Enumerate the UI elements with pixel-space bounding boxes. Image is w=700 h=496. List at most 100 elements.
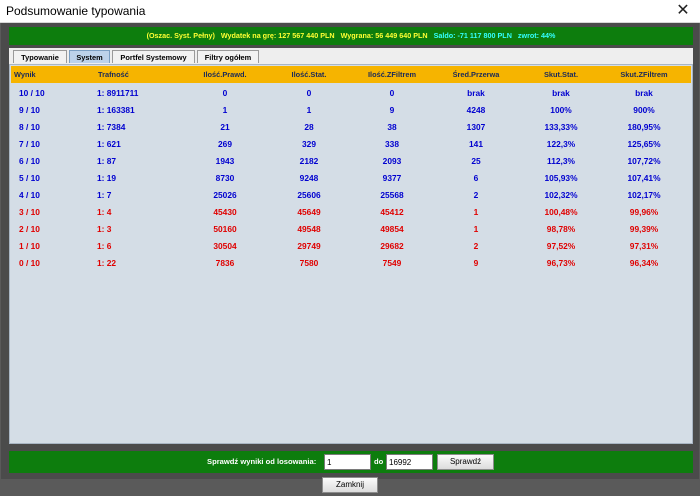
cell-ilosc-prawd: 7836 <box>215 258 235 268</box>
cell-ilosc-zfiltrem: 29682 <box>380 241 404 251</box>
cell-sred-przerwa: 1307 <box>466 122 486 132</box>
cell-skut-zfiltrem: 96,34% <box>629 258 659 268</box>
cell-sred-przerwa: 4248 <box>466 105 486 115</box>
cell-ilosc-stat: 29749 <box>297 241 321 251</box>
cell-skut-zfiltrem: 107,72% <box>627 156 661 166</box>
cell-ilosc-prawd: 8730 <box>215 173 235 183</box>
cell-sred-przerwa: 1 <box>473 224 479 234</box>
results-table: Wynik Trafność Ilość.Prawd. Ilość.Stat. … <box>9 64 693 444</box>
cell-wynik: 10 / 10 <box>19 88 45 98</box>
summary-return: zwrot: 44% <box>517 31 556 40</box>
cell-ilosc-stat: 7580 <box>299 258 319 268</box>
cell-skut-zfiltrem: brak <box>635 88 653 98</box>
cell-skut-stat: 96,73% <box>546 258 576 268</box>
table-row[interactable]: 6 / 10 1: 87 1943 2182 2093 25 112,3% 107,72% <box>11 153 691 170</box>
cell-skut-stat: 100,48% <box>544 207 578 217</box>
cell-skut-stat: 133,33% <box>544 122 578 132</box>
check-bar: Sprawdź wyniki od losowania: do Sprawdź <box>9 451 693 473</box>
to-label: do <box>374 457 384 466</box>
cell-wynik: 8 / 10 <box>19 122 40 132</box>
cell-ilosc-zfiltrem: 9377 <box>382 173 402 183</box>
tab-portfel-systemowy[interactable]: Portfel Systemowy <box>112 50 195 63</box>
cell-ilosc-stat: 9248 <box>299 173 319 183</box>
cell-wynik: 3 / 10 <box>19 207 40 217</box>
cell-skut-stat: 105,93% <box>544 173 578 183</box>
cell-skut-zfiltrem: 180,95% <box>627 122 661 132</box>
cell-ilosc-zfiltrem: 338 <box>385 139 399 149</box>
cell-skut-zfiltrem: 102,17% <box>627 190 661 200</box>
table-row[interactable]: 1 / 10 1: 6 30504 29749 29682 2 97,52% 97,31% <box>11 238 691 255</box>
cell-ilosc-stat: 2182 <box>299 156 319 166</box>
cell-sred-przerwa: 6 <box>473 173 479 183</box>
cell-trafnosc: 1: 19 <box>97 173 117 183</box>
to-draw-input[interactable] <box>386 454 433 470</box>
title-bar: Podsumowanie typowania ✕ <box>0 0 700 23</box>
cell-skut-stat: 112,3% <box>547 156 575 166</box>
header-sred-przerwa[interactable]: Śred.Przerwa <box>453 66 500 83</box>
tab-system[interactable]: System <box>69 50 110 63</box>
cell-trafnosc: 1: 8911711 <box>97 88 139 98</box>
header-trafnosc[interactable]: Trafność <box>98 66 129 83</box>
cell-ilosc-stat: 28 <box>304 122 314 132</box>
cell-ilosc-zfiltrem: 25568 <box>380 190 404 200</box>
cell-wynik: 9 / 10 <box>19 105 40 115</box>
from-draw-input[interactable] <box>324 454 371 470</box>
cell-skut-stat: brak <box>552 88 570 98</box>
cell-skut-zfiltrem: 99,96% <box>629 207 659 217</box>
cell-skut-zfiltrem: 900% <box>633 105 655 115</box>
table-row[interactable]: 8 / 10 1: 7384 21 28 38 1307 133,33% 180,95% <box>11 119 691 136</box>
header-ilosc-prawd[interactable]: Ilość.Prawd. <box>203 66 246 83</box>
tab-filtry-ogolem[interactable]: Filtry ogółem <box>197 50 259 63</box>
tab-typowanie[interactable]: Typowanie <box>13 50 67 63</box>
cell-trafnosc: 1: 87 <box>97 156 117 166</box>
cell-ilosc-stat: 25606 <box>297 190 321 200</box>
cell-trafnosc: 1: 163381 <box>97 105 135 115</box>
table-header: Wynik Trafność Ilość.Prawd. Ilość.Stat. … <box>11 66 691 83</box>
cell-skut-zfiltrem: 99,39% <box>629 224 659 234</box>
close-button[interactable]: Zamknij <box>322 477 378 493</box>
cell-ilosc-stat: 1 <box>306 105 312 115</box>
cell-trafnosc: 1: 4 <box>97 207 112 217</box>
cell-sred-przerwa: 2 <box>473 190 479 200</box>
summary-win: Wygrana: 56 449 640 PLN <box>340 31 428 40</box>
header-skut-zfiltrem[interactable]: Skut.ZFiltrem <box>620 66 667 83</box>
cell-wynik: 4 / 10 <box>19 190 40 200</box>
cell-sred-przerwa: 9 <box>473 258 479 268</box>
header-wynik[interactable]: Wynik <box>14 66 36 83</box>
cell-ilosc-zfiltrem: 49854 <box>380 224 404 234</box>
table-row[interactable]: 10 / 10 1: 8911711 0 0 0 brak brak brak <box>11 85 691 102</box>
cell-skut-zfiltrem: 107,41% <box>627 173 661 183</box>
cell-trafnosc: 1: 7384 <box>97 122 126 132</box>
cell-wynik: 2 / 10 <box>19 224 40 234</box>
cell-skut-stat: 102,32% <box>544 190 578 200</box>
table-row[interactable]: 2 / 10 1: 3 50160 49548 49854 1 98,78% 99,39% <box>11 221 691 238</box>
cell-wynik: 0 / 10 <box>19 258 40 268</box>
table-row[interactable]: 5 / 10 1: 19 8730 9248 9377 6 105,93% 107,41% <box>11 170 691 187</box>
table-row[interactable]: 9 / 10 1: 163381 1 1 9 4248 100% 900% <box>11 102 691 119</box>
cell-trafnosc: 1: 621 <box>97 139 121 149</box>
header-ilosc-zfiltrem[interactable]: Ilość.ZFiltrem <box>368 66 416 83</box>
header-ilosc-stat[interactable]: Ilość.Stat. <box>292 66 327 83</box>
table-row[interactable]: 7 / 10 1: 621 269 329 338 141 122,3% 125,65% <box>11 136 691 153</box>
cell-trafnosc: 1: 22 <box>97 258 117 268</box>
cell-ilosc-prawd: 21 <box>220 122 230 132</box>
cell-ilosc-stat: 49548 <box>297 224 321 234</box>
cell-ilosc-prawd: 269 <box>218 139 232 149</box>
cell-sred-przerwa: 1 <box>473 207 479 217</box>
cell-ilosc-zfiltrem: 38 <box>387 122 397 132</box>
header-skut-stat[interactable]: Skut.Stat. <box>544 66 578 83</box>
table-row[interactable]: 4 / 10 1: 7 25026 25606 25568 2 102,32% 102,17% <box>11 187 691 204</box>
summary-system: (Oszac. Syst. Pełny) <box>146 31 215 40</box>
cell-ilosc-prawd: 30504 <box>213 241 237 251</box>
cell-skut-stat: 98,78% <box>546 224 576 234</box>
cell-wynik: 6 / 10 <box>19 156 40 166</box>
cell-sred-przerwa: 141 <box>469 139 483 149</box>
cell-ilosc-stat: 45649 <box>297 207 321 217</box>
tab-panel: Typowanie System Portfel Systemowy Filtr… <box>9 48 693 444</box>
cell-ilosc-stat: 329 <box>302 139 316 149</box>
close-icon[interactable]: ✕ <box>674 2 692 20</box>
table-row[interactable]: 3 / 10 1: 4 45430 45649 45412 1 100,48% 99,96% <box>11 204 691 221</box>
check-button[interactable]: Sprawdź <box>437 454 494 470</box>
cell-ilosc-prawd: 1 <box>222 105 228 115</box>
table-row[interactable]: 0 / 10 1: 22 7836 7580 7549 9 96,73% 96,34% <box>11 255 691 272</box>
